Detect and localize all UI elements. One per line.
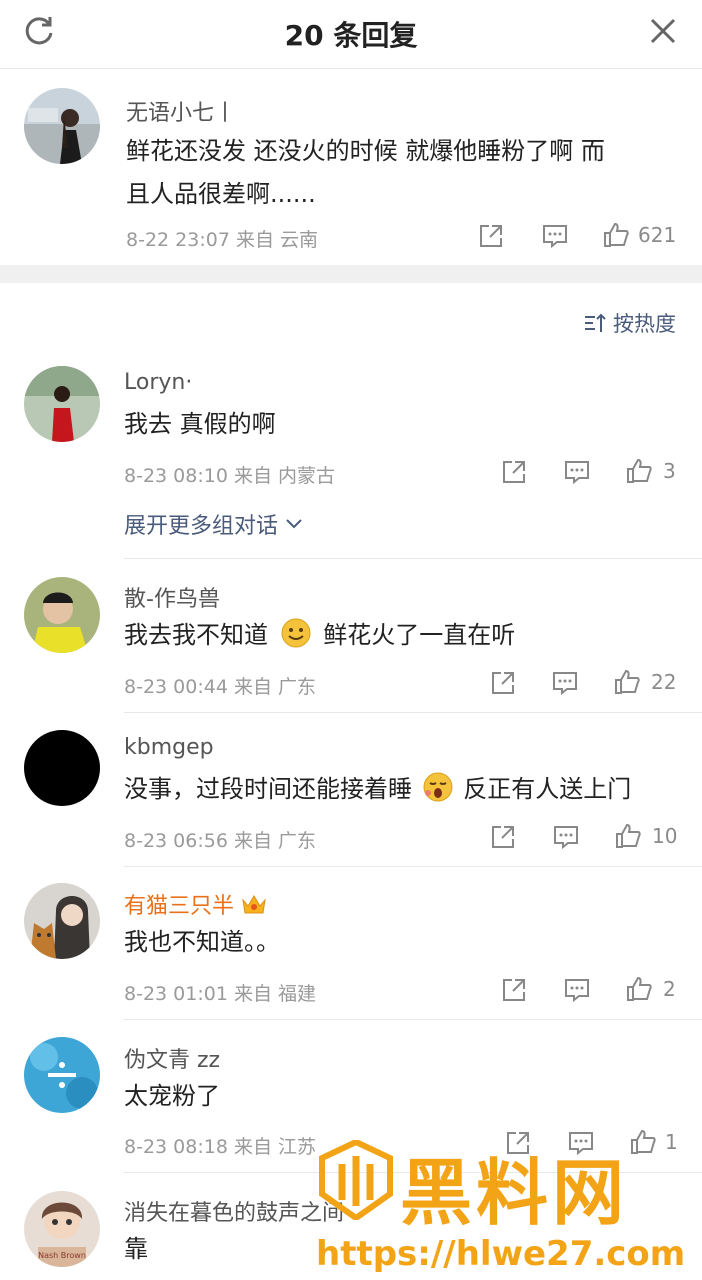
like-button[interactable]: 2 — [625, 975, 676, 1003]
watermark: 黑料网 https://hlwe27.com — [312, 1130, 702, 1280]
comment-icon[interactable] — [563, 977, 591, 1003]
comment-icon[interactable] — [552, 824, 580, 850]
thumb-up-icon — [604, 222, 629, 247]
sort-label: 按热度 — [613, 312, 676, 336]
top-bar: 20 条回复 — [0, 0, 702, 69]
like-count: 621 — [638, 223, 677, 247]
reply-text: 靠 — [124, 1235, 148, 1263]
sort-icon — [585, 313, 606, 332]
reply-author[interactable]: 消失在暮色的鼓声之间 — [124, 1195, 344, 1227]
reply-meta: 8-23 00:44 来自 广东 — [124, 676, 316, 698]
reply-meta: 8-23 01:01 来自 福建 — [124, 983, 316, 1005]
share-icon[interactable] — [490, 824, 516, 850]
watermark-url: https://hlwe27.com — [316, 1234, 686, 1274]
comment-meta: 8-22 23:07 来自 云南 — [126, 229, 318, 251]
comment-icon[interactable] — [563, 459, 591, 485]
divider — [124, 1019, 702, 1020]
expand-label: 展开更多组对话 — [124, 514, 279, 539]
svg-text:Nash Brown: Nash Brown — [38, 1251, 86, 1260]
divider — [124, 712, 702, 713]
main-comment: 无语小七丨 鲜花还没发 还没火的时候 就爆他睡粉了啊 而 且人品很差啊.....… — [0, 69, 702, 265]
comment-text-line1: 鲜花还没发 还没火的时候 就爆他睡粉了啊 而 — [126, 137, 605, 165]
divider — [124, 866, 702, 867]
sort-toggle[interactable]: 按热度 — [583, 308, 676, 338]
like-button[interactable]: 10 — [614, 822, 677, 850]
page-title: 20 条回复 — [284, 19, 418, 52]
thumb-up-icon — [615, 669, 640, 694]
like-button[interactable]: 621 — [602, 221, 676, 249]
crown-badge-icon — [242, 895, 266, 914]
avatar[interactable]: Nash Brown — [24, 1191, 100, 1267]
share-icon[interactable] — [501, 459, 527, 485]
thumb-up-icon — [616, 823, 641, 848]
reply-meta: 8-23 08:10 来自 内蒙古 — [124, 465, 335, 487]
close-icon[interactable] — [646, 14, 680, 48]
comment-icon[interactable] — [551, 670, 579, 696]
share-icon[interactable] — [490, 670, 516, 696]
watermark-logo-icon — [319, 1140, 393, 1220]
like-count: 3 — [663, 459, 676, 483]
like-count: 10 — [652, 824, 678, 848]
avatar[interactable] — [24, 883, 100, 959]
reply-author[interactable]: 散-作鸟兽 — [124, 581, 220, 613]
comment-author[interactable]: 无语小七丨 — [126, 95, 236, 127]
section-divider — [0, 265, 702, 283]
share-icon[interactable] — [478, 223, 504, 249]
reply-author[interactable]: 有猫三只半 — [124, 888, 268, 920]
like-button[interactable]: 3 — [625, 457, 676, 485]
comment-text-line2: 且人品很差啊...... — [126, 180, 316, 208]
avatar[interactable] — [24, 730, 100, 806]
chevron-down-icon — [286, 519, 302, 529]
reply-text: 没事，过段时间还能接着睡 反正有人送上门 — [124, 768, 631, 811]
reply-meta: 8-23 08:18 来自 江苏 — [124, 1136, 316, 1158]
avatar[interactable] — [24, 366, 100, 442]
smile-emoji-icon — [281, 618, 311, 648]
watermark-title: 黑料网 — [400, 1151, 629, 1235]
reply-meta: 8-23 06:56 来自 广东 — [124, 830, 316, 852]
reply-text: 我去 真假的啊 — [124, 410, 276, 438]
like-button[interactable]: 22 — [613, 668, 676, 696]
share-icon[interactable] — [501, 977, 527, 1003]
reply-text: 我也不知道。。 — [124, 928, 280, 956]
avatar[interactable] — [24, 1037, 100, 1113]
avatar[interactable] — [24, 88, 100, 164]
reply-author[interactable]: 伪文青 zz — [124, 1042, 220, 1074]
like-count: 22 — [651, 670, 677, 694]
expand-conversation-link[interactable]: 展开更多组对话 — [124, 508, 304, 540]
sleepy-emoji-icon — [423, 772, 453, 802]
thumb-up-icon — [627, 458, 652, 483]
reply-author[interactable]: Loryn· — [124, 370, 192, 395]
reply-text: 太宠粉了 — [124, 1082, 220, 1110]
thumb-up-icon — [627, 976, 652, 1001]
divider — [124, 558, 702, 559]
avatar[interactable] — [24, 577, 100, 653]
reply-text: 我去我不知道 鲜花火了一直在听 — [124, 614, 515, 657]
reply-author[interactable]: kbmgep — [124, 735, 214, 760]
comment-icon[interactable] — [541, 223, 569, 249]
like-count: 2 — [663, 977, 676, 1001]
